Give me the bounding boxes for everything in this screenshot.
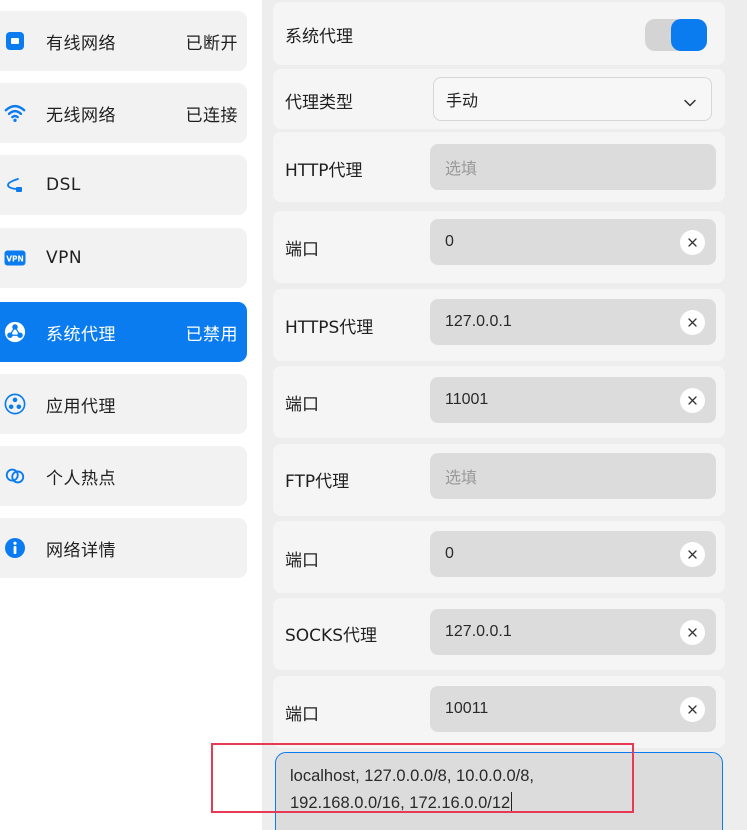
system-proxy-toggle[interactable] [645, 19, 707, 51]
sidebar-item-label: 应用代理 [46, 396, 116, 417]
sidebar: 有线网络 已断开 无线网络 已连接 DSL VPN VPN 系统代理 已禁用 应… [0, 0, 260, 830]
clear-button[interactable] [680, 541, 705, 567]
proxy-type-select[interactable]: 手动 [433, 77, 712, 121]
https-port-row: 端口 11001 [273, 366, 725, 438]
ftp-port-value: 0 [445, 545, 454, 562]
socks-port-label: 端口 [285, 705, 319, 725]
socks-proxy-label: SOCKS代理 [285, 626, 377, 646]
sidebar-item-label: DSL [46, 175, 81, 195]
clear-button[interactable] [680, 309, 705, 335]
wifi-icon [4, 102, 26, 124]
sidebar-item-label: VPN [46, 248, 83, 268]
socks-port-value: 10011 [445, 700, 489, 717]
ftp-port-input[interactable]: 0 [430, 531, 716, 577]
svg-text:VPN: VPN [6, 255, 24, 264]
close-icon [688, 395, 697, 405]
sidebar-item-label: 个人热点 [46, 468, 116, 489]
clear-button[interactable] [680, 387, 705, 413]
ignore-hosts-line: 192.168.0.0/16, 172.16.0.0/12 [290, 794, 511, 812]
http-port-label: 端口 [285, 240, 319, 260]
wired-network-icon [4, 30, 26, 52]
http-proxy-label: HTTP代理 [285, 161, 363, 181]
chevron-down-icon [683, 93, 697, 112]
https-port-input[interactable]: 11001 [430, 377, 716, 423]
http-port-value: 0 [445, 233, 454, 250]
socks-port-input[interactable]: 10011 [430, 686, 716, 732]
https-port-value: 11001 [445, 391, 489, 408]
info-icon [4, 537, 26, 559]
socks-proxy-input[interactable]: 127.0.0.1 [430, 609, 716, 655]
sidebar-item-network-details[interactable]: 网络详情 [0, 518, 247, 578]
http-port-row: 端口 0 [273, 211, 725, 283]
vpn-icon: VPN [4, 247, 26, 269]
ftp-proxy-input[interactable]: 选填 [430, 453, 716, 499]
sidebar-item-app-proxy[interactable]: 应用代理 [0, 374, 247, 434]
sidebar-item-label: 有线网络 [46, 33, 116, 54]
close-icon [688, 704, 697, 714]
close-icon [688, 627, 697, 637]
close-icon [688, 549, 697, 559]
close-icon [688, 237, 697, 247]
sidebar-item-label: 无线网络 [46, 105, 116, 126]
https-proxy-input[interactable]: 127.0.0.1 [430, 299, 716, 345]
sidebar-item-status: 已禁用 [185, 324, 238, 345]
clear-button[interactable] [680, 229, 705, 255]
ignore-hosts-line-with-caret: 192.168.0.0/16, 172.16.0.0/12 [290, 790, 708, 817]
clear-button[interactable] [680, 696, 705, 722]
sidebar-item-label: 系统代理 [46, 324, 116, 345]
app-proxy-icon [4, 393, 26, 415]
socks-proxy-row: SOCKS代理 127.0.0.1 [273, 598, 725, 670]
http-proxy-placeholder: 选填 [445, 159, 478, 178]
proxy-type-value: 手动 [446, 91, 479, 110]
sidebar-item-hotspot[interactable]: 个人热点 [0, 446, 247, 506]
proxy-type-row: 代理类型 手动 [273, 69, 725, 129]
ftp-port-row: 端口 0 [273, 521, 725, 593]
text-caret [511, 792, 513, 811]
http-proxy-row: HTTP代理 选填 [273, 132, 725, 202]
dsl-cable-icon [4, 174, 26, 196]
close-icon [688, 317, 697, 327]
sidebar-item-status: 已断开 [185, 33, 238, 54]
sidebar-item-dsl[interactable]: DSL [0, 155, 247, 215]
https-proxy-label: HTTPS代理 [285, 318, 374, 338]
system-proxy-label: 系统代理 [285, 27, 353, 47]
ftp-proxy-placeholder: 选填 [445, 468, 478, 487]
https-port-label: 端口 [285, 395, 319, 415]
clear-button[interactable] [680, 619, 705, 645]
sidebar-item-status: 已连接 [185, 105, 238, 126]
socks-proxy-value: 127.0.0.1 [445, 623, 512, 640]
ftp-proxy-label: FTP代理 [285, 472, 350, 492]
proxy-type-label: 代理类型 [285, 93, 353, 113]
ftp-port-label: 端口 [285, 551, 319, 571]
sidebar-item-wireless[interactable]: 无线网络 已连接 [0, 83, 247, 143]
ftp-proxy-row: FTP代理 选填 [273, 444, 725, 516]
hotspot-icon [4, 465, 26, 487]
socks-port-row: 端口 10011 [273, 676, 725, 748]
http-proxy-input[interactable]: 选填 [430, 144, 716, 190]
https-proxy-value: 127.0.0.1 [445, 313, 512, 330]
system-proxy-icon [4, 321, 26, 343]
sidebar-item-system-proxy[interactable]: 系统代理 已禁用 [0, 302, 247, 362]
toggle-knob [671, 19, 707, 51]
https-proxy-row: HTTPS代理 127.0.0.1 [273, 289, 725, 361]
network-settings-window: 有线网络 已断开 无线网络 已连接 DSL VPN VPN 系统代理 已禁用 应… [0, 0, 747, 830]
sidebar-item-wired[interactable]: 有线网络 已断开 [0, 11, 247, 71]
system-proxy-row: 系统代理 [273, 2, 725, 65]
ignore-hosts-line: localhost, 127.0.0.0/8, 10.0.0.0/8, [290, 767, 535, 785]
sidebar-item-label: 网络详情 [46, 540, 116, 561]
ignore-hosts-textarea[interactable]: localhost, 127.0.0.0/8, 10.0.0.0/8, 192.… [275, 752, 723, 830]
http-port-input[interactable]: 0 [430, 219, 716, 265]
sidebar-item-vpn[interactable]: VPN VPN [0, 228, 247, 288]
